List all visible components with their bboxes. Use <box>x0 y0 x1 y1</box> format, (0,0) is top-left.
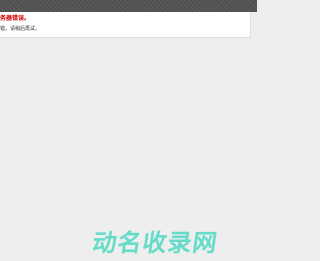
error-message: 错，请稍后再试。 <box>0 26 41 32</box>
error-title: 务器错误。 <box>0 15 31 22</box>
error-panel: 务器错误。 错，请稍后再试。 <box>0 12 251 38</box>
top-bar <box>0 0 257 12</box>
watermark-logo: 动名收录网 <box>90 228 220 257</box>
